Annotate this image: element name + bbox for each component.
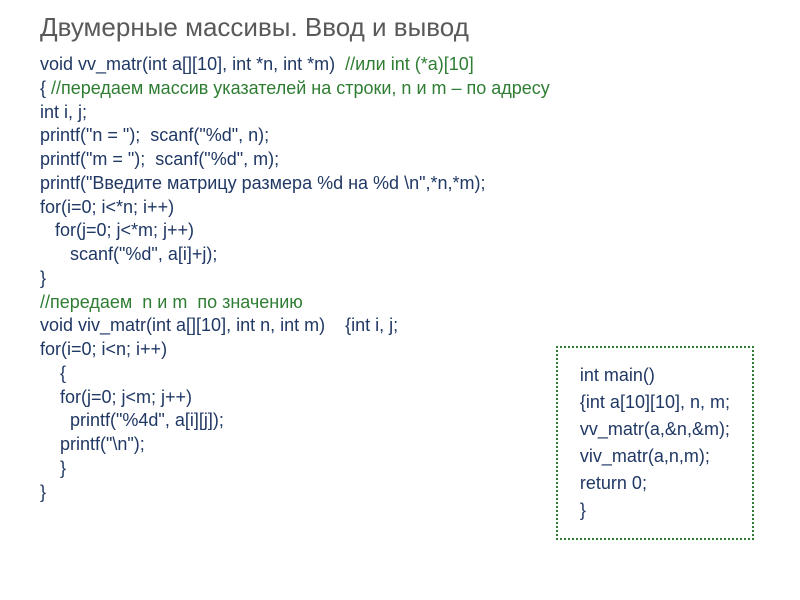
code-line-7: for(i=0; i<*n; i++) (40, 197, 174, 217)
code-line-8: for(j=0; j<*m; j++) (40, 220, 194, 240)
code-line-15: for(j=0; j<m; j++) (40, 387, 192, 407)
code-line-18: } (40, 458, 66, 478)
slide: Двумерные массивы. Ввод и вывод void vv_… (0, 0, 800, 600)
main-line-2: {int a[10][10], n, m; (580, 392, 730, 412)
code-line-2a: { (40, 78, 51, 98)
comment-1: //или int (*a)[10] (345, 54, 474, 74)
code-line-1: void vv_matr(int a[][10], int *n, int *m… (40, 54, 345, 74)
code-line-16: printf("%4d", a[i][j]); (40, 410, 224, 430)
main-function-box: int main() {int a[10][10], n, m; vv_matr… (556, 346, 754, 540)
main-line-4: viv_matr(a,n,m); (580, 446, 710, 466)
code-line-9: scanf("%d", a[i]+j); (40, 244, 217, 264)
main-line-6: } (580, 500, 586, 520)
comment-3: //передаем n и m по значению (40, 292, 303, 312)
comment-2: //передаем массив указателей на строки, … (51, 78, 550, 98)
code-line-10: } (40, 268, 46, 288)
code-line-12: void viv_matr(int a[][10], int n, int m)… (40, 315, 398, 335)
code-line-6: printf("Введите матрицу размера %d на %d… (40, 173, 485, 193)
code-line-14: { (40, 363, 66, 383)
slide-title: Двумерные массивы. Ввод и вывод (40, 12, 760, 43)
main-line-5: return 0; (580, 473, 647, 493)
code-line-4: printf("n = "); scanf("%d", n); (40, 125, 269, 145)
main-line-3: vv_matr(a,&n,&m); (580, 419, 730, 439)
code-line-17: printf("\n"); (40, 434, 145, 454)
main-line-1: int main() (580, 365, 655, 385)
code-line-13: for(i=0; i<n; i++) (40, 339, 167, 359)
code-line-3: int i, j; (40, 102, 87, 122)
code-line-19: } (40, 482, 46, 502)
code-line-5: printf("m = "); scanf("%d", m); (40, 149, 279, 169)
